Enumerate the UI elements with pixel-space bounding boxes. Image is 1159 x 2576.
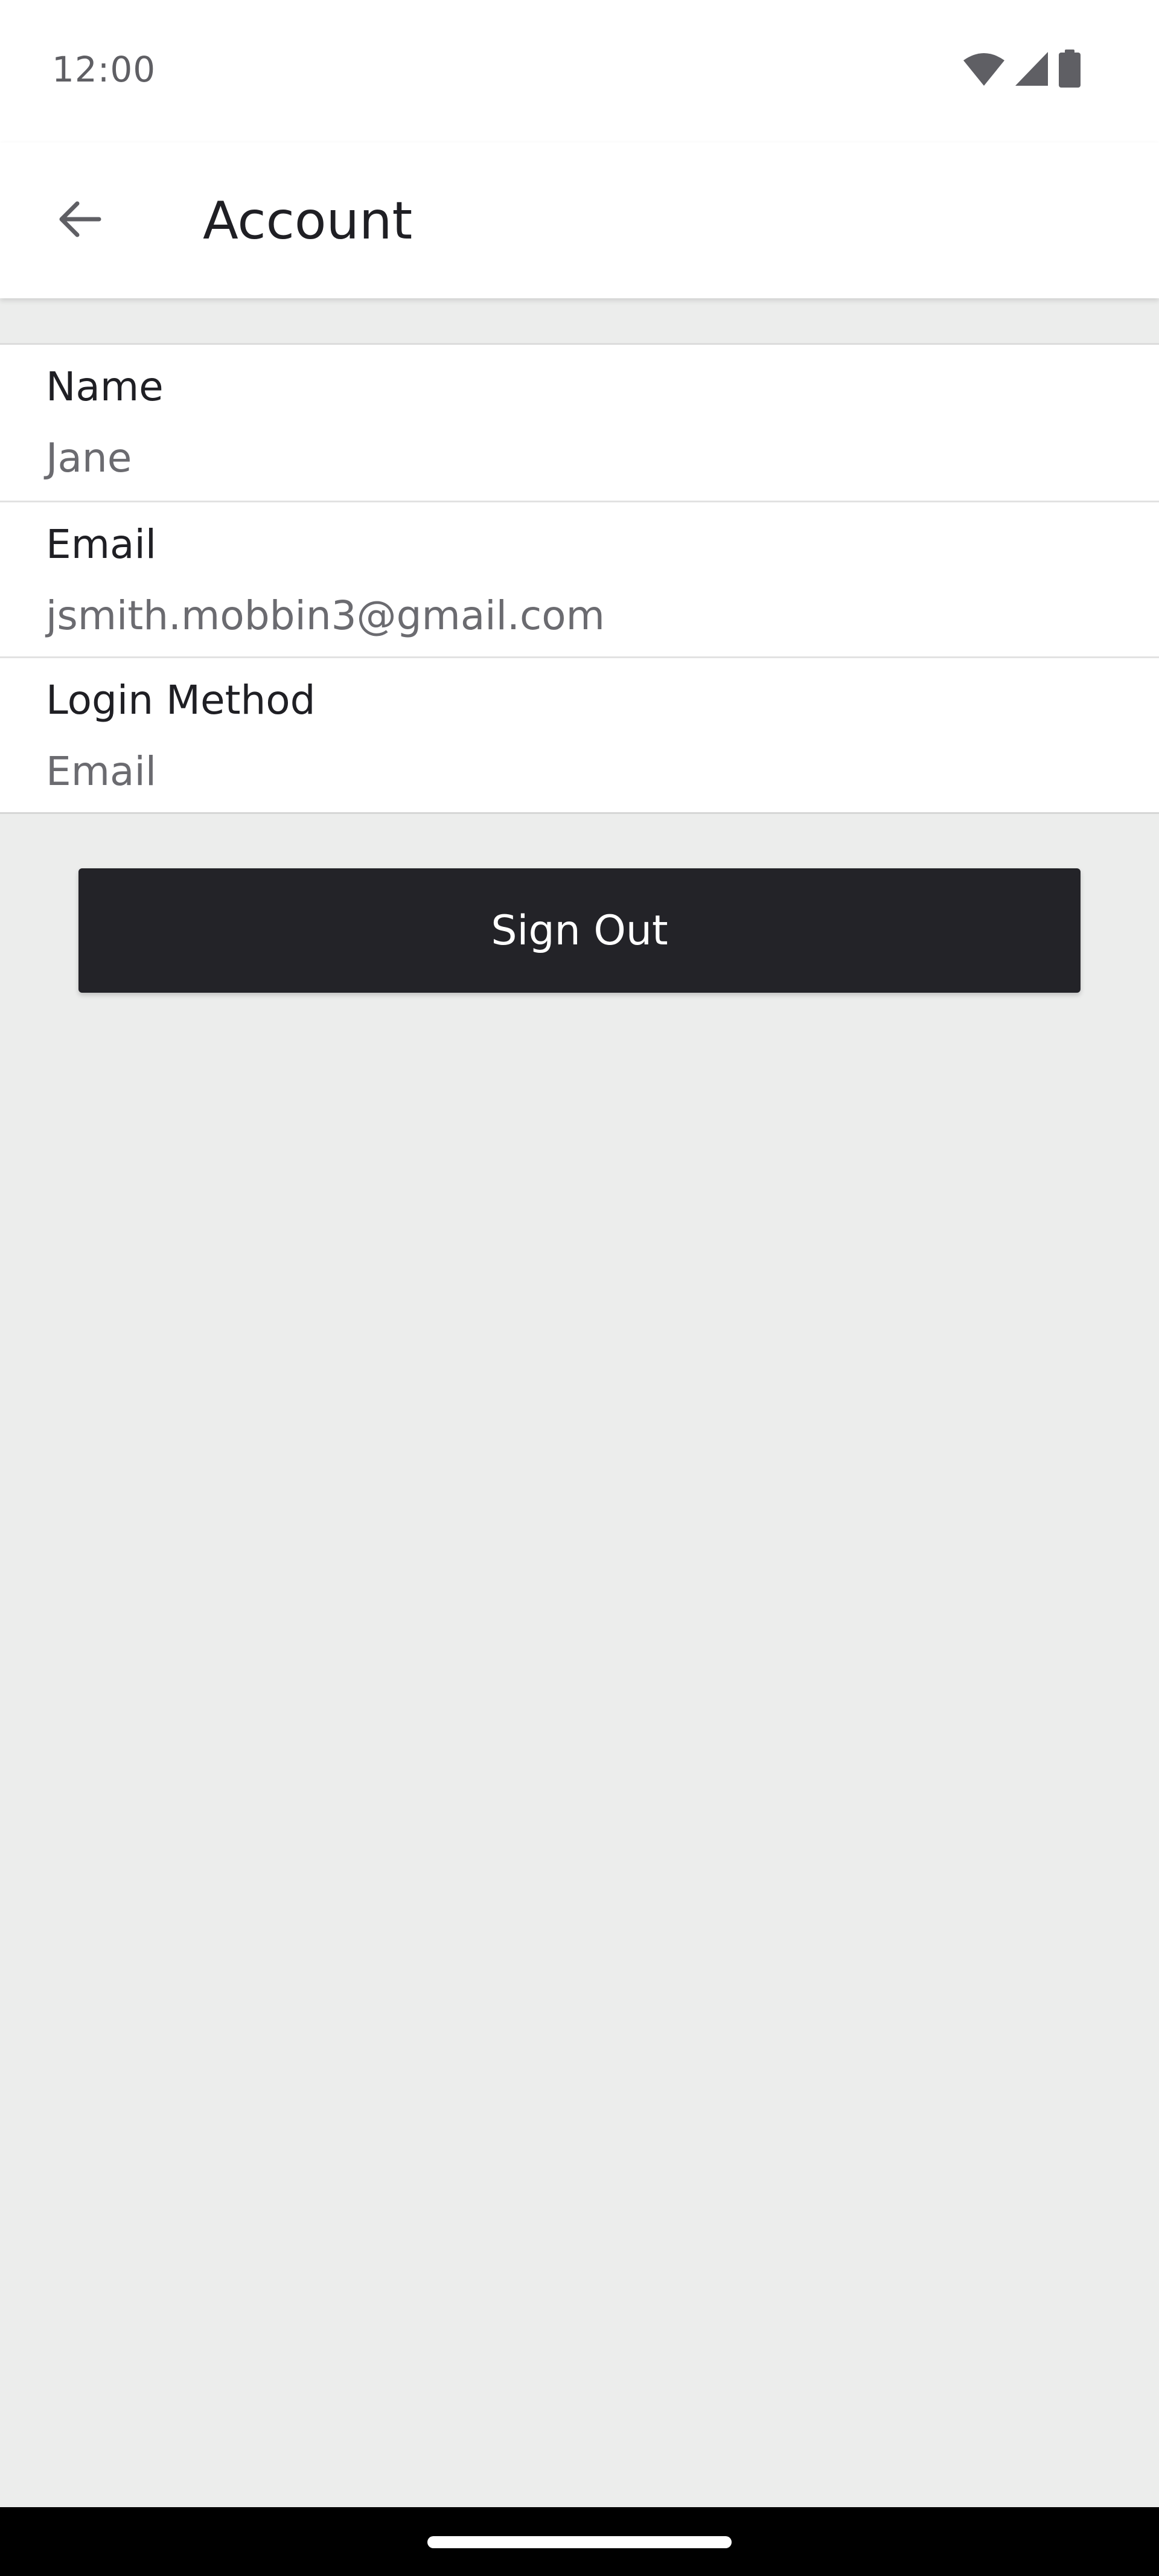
home-indicator[interactable] (427, 2536, 732, 2548)
row-value: Email (46, 748, 157, 795)
row-label: Email (46, 521, 157, 568)
row-value: Jane (46, 435, 132, 481)
account-row-email: Email jsmith.mobbin3@gmail.com (0, 501, 1159, 656)
page-title: Account (203, 191, 413, 251)
status-bar: 12:00 (0, 0, 1159, 143)
cell-signal-icon (1014, 51, 1049, 89)
wifi-icon (962, 51, 1006, 89)
arrow-left-icon (54, 194, 105, 247)
row-label: Login Method (46, 677, 316, 723)
battery-icon (1058, 50, 1082, 91)
system-navigation-bar (0, 2507, 1159, 2576)
status-time: 12:00 (52, 49, 156, 90)
account-info-card: Name Jane Email jsmith.mobbin3@gmail.com… (0, 343, 1159, 814)
status-icons (962, 50, 1082, 91)
row-label: Name (46, 364, 164, 410)
top-app-bar: Account (0, 143, 1159, 298)
back-button[interactable] (42, 183, 117, 258)
account-row-login-method: Login Method Email (0, 656, 1159, 812)
sign-out-button[interactable]: Sign Out (78, 868, 1081, 993)
account-row-name: Name Jane (0, 345, 1159, 501)
row-value: jsmith.mobbin3@gmail.com (46, 592, 605, 639)
